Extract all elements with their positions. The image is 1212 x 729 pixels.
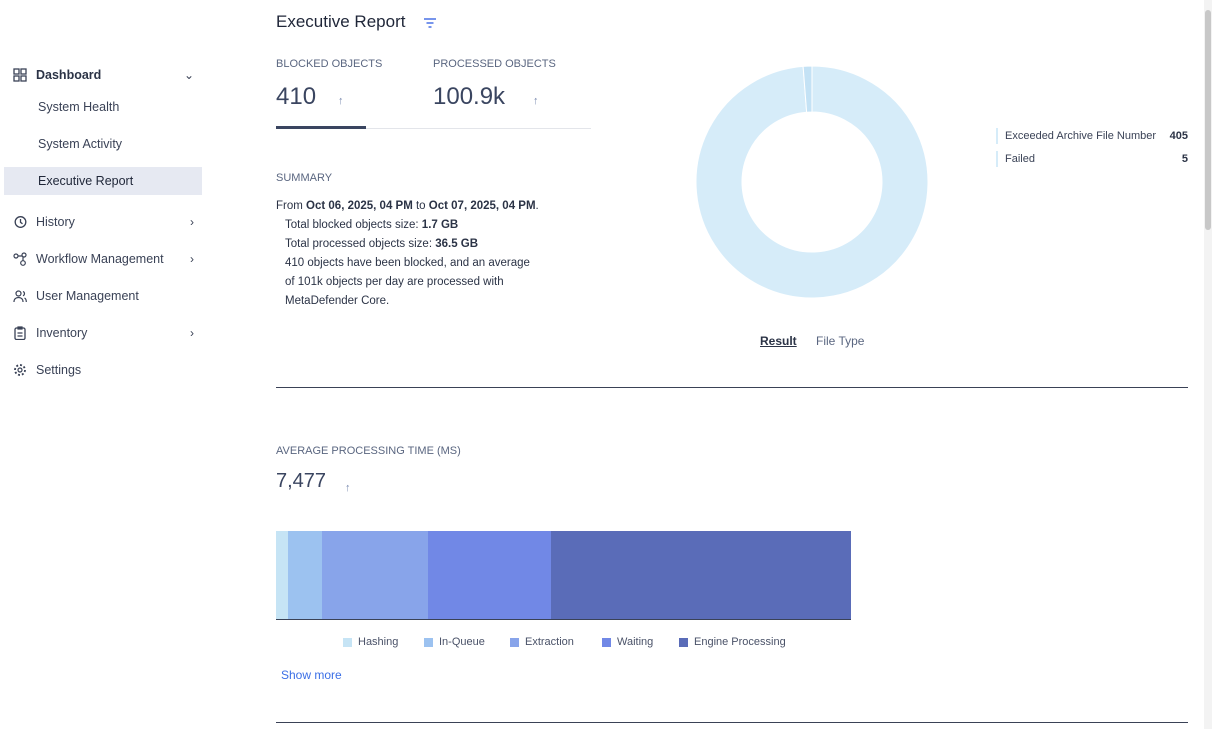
- clipboard-icon: [12, 325, 28, 341]
- sidebar-item-user-management[interactable]: User Management: [4, 282, 202, 310]
- sidebar-item-executive-report[interactable]: Executive Report: [4, 167, 202, 195]
- sidebar: Dashboard ⌄ System Health System Activit…: [0, 0, 210, 729]
- scrollbar[interactable]: [1204, 0, 1212, 729]
- bar-legend-item[interactable]: In-Queue: [424, 636, 485, 648]
- result-donut-chart: [695, 65, 929, 299]
- sidebar-item-settings[interactable]: Settings: [4, 356, 202, 384]
- sidebar-item-label: System Health: [38, 100, 120, 114]
- bar-segment-hashing[interactable]: [276, 531, 288, 619]
- legend-label: Extraction: [525, 636, 574, 648]
- bar-legend-item[interactable]: Extraction: [510, 636, 574, 648]
- chevron-right-icon: ›: [190, 215, 194, 229]
- legend-swatch: [343, 637, 352, 647]
- blocked-objects-label[interactable]: BLOCKED OBJECTS: [276, 58, 382, 70]
- page-title: Executive Report: [276, 12, 406, 31]
- section-divider: [276, 387, 1188, 388]
- sidebar-item-label: System Activity: [38, 137, 123, 151]
- processing-time-bar: [276, 531, 851, 620]
- processing-time-label: AVERAGE PROCESSING TIME (MS): [276, 445, 461, 457]
- sidebar-item-label: Settings: [36, 363, 82, 377]
- processing-time-value: 7,477: [276, 470, 327, 492]
- blocked-objects-value: 410: [276, 83, 317, 110]
- legend-item-exceeded[interactable]: Exceeded Archive File Number 405: [996, 128, 1188, 144]
- gear-icon: [12, 362, 28, 378]
- legend-label: Waiting: [617, 636, 654, 648]
- bar-segment-in-queue[interactable]: [287, 531, 322, 619]
- arrow-up-icon: ↑: [338, 95, 344, 107]
- history-icon: [12, 214, 28, 230]
- sidebar-item-inventory[interactable]: Inventory ›: [4, 319, 202, 347]
- legend-swatch: [510, 637, 519, 647]
- summary-label: SUMMARY: [276, 172, 333, 184]
- legend-swatch: [602, 637, 611, 647]
- sidebar-item-label: Dashboard: [36, 68, 102, 82]
- section-divider: [276, 722, 1188, 723]
- sidebar-item-label: Inventory: [36, 326, 88, 340]
- filter-icon[interactable]: [423, 16, 437, 34]
- users-icon: [12, 288, 28, 304]
- summary-text: From Oct 06, 2025, 04 PM to Oct 07, 2025…: [276, 200, 539, 307]
- bar-segment-extraction[interactable]: [321, 531, 428, 619]
- sidebar-item-label: Workflow Management: [36, 252, 164, 266]
- sidebar-item-workflow-management[interactable]: Workflow Management ›: [4, 245, 202, 273]
- bar-legend-item[interactable]: Hashing: [343, 636, 398, 648]
- tab-result[interactable]: Result: [760, 334, 797, 348]
- sidebar-item-dashboard[interactable]: Dashboard ⌄: [4, 61, 202, 89]
- sidebar-item-label: Executive Report: [38, 174, 134, 188]
- active-tab-indicator: [276, 126, 366, 129]
- bar-legend-item[interactable]: Waiting: [602, 636, 653, 648]
- grid-icon: [12, 67, 28, 83]
- sidebar-item-system-health[interactable]: System Health: [4, 93, 202, 121]
- tab-file-type[interactable]: File Type: [816, 334, 864, 348]
- legend-label: Hashing: [358, 636, 399, 648]
- bar-segment-engine-processing[interactable]: [550, 531, 851, 619]
- sidebar-item-label: User Management: [36, 289, 139, 303]
- show-more-link[interactable]: Show more: [281, 668, 342, 682]
- legend-label: Engine Processing: [694, 636, 786, 648]
- legend-swatch: [679, 637, 688, 647]
- workflow-icon: [12, 251, 28, 267]
- processed-objects-value: 100.9k: [433, 83, 506, 110]
- chevron-right-icon: ›: [190, 326, 194, 340]
- legend-label: In-Queue: [439, 636, 485, 648]
- sidebar-item-system-activity[interactable]: System Activity: [4, 130, 202, 158]
- arrow-up-icon: ↑: [345, 482, 351, 494]
- bar-segment-waiting[interactable]: [427, 531, 551, 619]
- legend-item-failed[interactable]: Failed 5: [996, 151, 1188, 167]
- legend-swatch: [424, 637, 433, 647]
- processed-objects-label[interactable]: PROCESSED OBJECTS: [433, 58, 556, 70]
- bar-legend-item[interactable]: Engine Processing: [679, 636, 786, 648]
- arrow-up-icon: ↑: [533, 95, 539, 107]
- chevron-down-icon: ⌄: [183, 68, 194, 82]
- sidebar-item-label: History: [36, 215, 75, 229]
- chevron-right-icon: ›: [190, 252, 194, 266]
- sidebar-item-history[interactable]: History ›: [4, 208, 202, 236]
- scrollbar-thumb[interactable]: [1205, 10, 1211, 230]
